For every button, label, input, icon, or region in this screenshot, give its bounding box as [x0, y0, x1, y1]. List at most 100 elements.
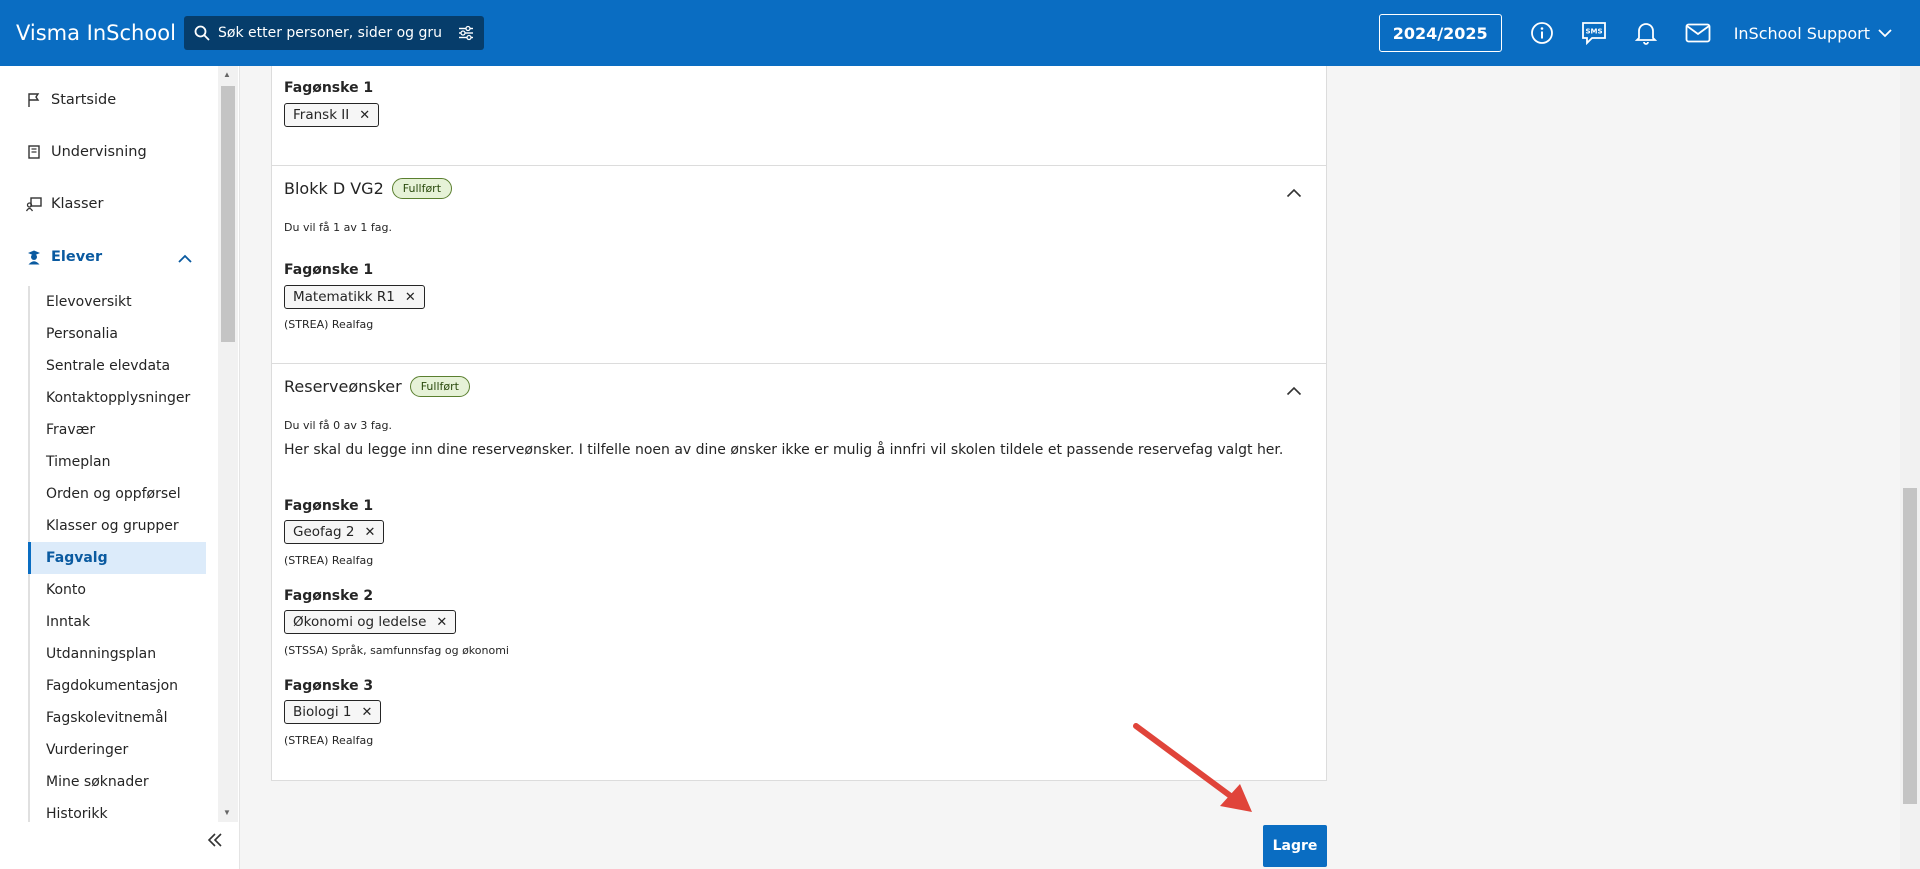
submenu-item-personalia[interactable]: Personalia	[30, 318, 206, 350]
sidebar-item-startside[interactable]: Startside	[26, 92, 116, 108]
sidebar-item-elever[interactable]: Elever	[26, 249, 102, 265]
sidebar-item-label: Startside	[51, 92, 117, 108]
chevron-up-icon[interactable]	[178, 254, 192, 264]
info-icon	[1530, 22, 1553, 44]
submenu-item-inntak[interactable]: Inntak	[30, 606, 206, 638]
sidebar-item-klasser[interactable]: Klasser	[26, 196, 103, 212]
notifications-button[interactable]	[1620, 0, 1672, 66]
subject-chip-biologi: Biologi 1 ✕	[284, 700, 382, 724]
submenu-item-elevoversikt[interactable]: Elevoversikt	[30, 286, 206, 318]
sidebar-item-label: Elever	[51, 249, 103, 265]
subject-category: (STREA) Realfag	[284, 554, 374, 567]
status-badge: Fullført	[409, 376, 470, 397]
chip-label: Matematikk R1	[293, 289, 395, 305]
annotation-arrow-icon	[1133, 723, 1252, 812]
book-icon	[28, 145, 40, 159]
submenu-item-fagskolevitnemal[interactable]: Fagskolevitnemål	[30, 702, 206, 734]
submenu-item-fagdokumentasjon[interactable]: Fagdokumentasjon	[30, 670, 206, 702]
subject-category: (STREA) Realfag	[284, 734, 374, 747]
school-year-button[interactable]: 2024/2025	[1378, 14, 1502, 52]
sidebar-scroll-thumb[interactable]	[221, 86, 235, 342]
section-info: Du vil få 0 av 3 fag.	[284, 419, 392, 432]
submenu-item-kontaktopplysninger[interactable]: Kontaktopplysninger	[30, 382, 206, 414]
subject-category: (STSSA) Språk, samfunnsfag og økonomi	[284, 644, 509, 657]
submenu-item-vurderinger[interactable]: Vurderinger	[30, 734, 206, 766]
app-logo[interactable]: Visma InSchool	[16, 21, 184, 45]
top-right-actions: 2024/2025 SMS InSchool Support	[1378, 0, 1920, 66]
top-bar: Visma InSchool 2024/2025 SMS InSchool Su…	[0, 0, 1920, 66]
chip-label: Økonomi og ledelse	[293, 614, 427, 630]
collapse-sidebar-icon[interactable]	[206, 832, 224, 848]
chip-label: Biologi 1	[293, 704, 352, 720]
submenu-item-utdanningsplan[interactable]: Utdanningsplan	[30, 638, 206, 670]
search-icon	[194, 25, 210, 41]
bell-icon	[1634, 23, 1657, 45]
user-name: InSchool Support	[1733, 23, 1870, 43]
wish-label: Fagønske 1	[284, 498, 374, 514]
submenu-item-mine-soknader[interactable]: Mine søknader	[30, 766, 206, 798]
status-badge: Fullført	[391, 178, 453, 199]
chip-label: Geofag 2	[293, 524, 355, 540]
sms-button[interactable]: SMS	[1568, 0, 1620, 66]
section-blokk-d: Blokk D VG2 Fullført Du vil få 1 av 1 fa…	[272, 165, 1326, 331]
info-button[interactable]	[1516, 0, 1568, 66]
remove-icon[interactable]: ✕	[405, 290, 416, 305]
section-info: Du vil få 1 av 1 fag.	[284, 221, 392, 234]
submenu-item-historikk[interactable]: Historikk	[30, 798, 206, 822]
submenu-item-orden-og-oppforsel[interactable]: Orden og oppførsel	[30, 478, 206, 510]
subject-chip-okonomi: Økonomi og ledelse ✕	[284, 610, 457, 634]
chevron-up-icon[interactable]	[1286, 188, 1302, 198]
mail-icon	[1685, 23, 1711, 43]
remove-icon[interactable]: ✕	[436, 615, 447, 630]
wish-label: Fagønske 1	[284, 262, 374, 278]
user-menu[interactable]: InSchool Support	[1734, 24, 1892, 43]
search-input[interactable]	[218, 25, 458, 41]
chevron-down-icon	[1878, 29, 1892, 38]
remove-icon[interactable]: ✕	[361, 705, 372, 720]
section-title: Blokk D VG2 Fullført	[284, 178, 453, 199]
submenu-item-konto[interactable]: Konto	[30, 574, 206, 606]
search-box[interactable]	[184, 16, 484, 50]
remove-icon[interactable]: ✕	[365, 525, 376, 540]
subject-chip-fransk: Fransk II ✕	[284, 103, 380, 127]
remove-icon[interactable]: ✕	[359, 108, 370, 123]
submenu-item-fagvalg[interactable]: Fagvalg	[28, 542, 206, 574]
submenu-item-klasser-og-grupper[interactable]: Klasser og grupper	[30, 510, 206, 542]
chevron-up-icon[interactable]	[1286, 386, 1302, 396]
sidebar-item-label: Klasser	[51, 196, 104, 212]
wish-label: Fagønske 2	[284, 588, 374, 604]
section-title: Reserveønsker Fullført	[284, 376, 470, 397]
student-icon	[28, 250, 40, 265]
subject-chip-matematikk: Matematikk R1 ✕	[284, 285, 425, 309]
sidebar-scrollbar[interactable]: ▲ ▼	[218, 66, 238, 822]
sms-icon: SMS	[1581, 22, 1606, 45]
subject-chip-geofag: Geofag 2 ✕	[284, 520, 385, 544]
elever-submenu: Elevoversikt Personalia Sentrale elevdat…	[28, 286, 206, 822]
section-title-text: Reserveønsker	[284, 377, 402, 396]
sidebar-nav: Startside Undervisning Klasser Elever El…	[0, 66, 218, 822]
sms-icon-label: SMS	[1585, 28, 1602, 36]
submenu-item-timeplan[interactable]: Timeplan	[30, 446, 206, 478]
sidebar-item-undervisning[interactable]: Undervisning	[26, 144, 147, 160]
main-scrollbar[interactable]	[1900, 66, 1920, 869]
wish-label: Fagønske 1	[284, 80, 374, 96]
submenu-item-fravaer[interactable]: Fravær	[30, 414, 206, 446]
chip-label: Fransk II	[293, 107, 350, 123]
sidebar: Startside Undervisning Klasser Elever El…	[0, 66, 240, 869]
save-button[interactable]: Lagre	[1263, 825, 1327, 867]
classroom-icon	[26, 197, 42, 212]
section-title-text: Blokk D VG2	[284, 179, 384, 198]
scroll-up-arrow-icon[interactable]: ▲	[223, 70, 231, 79]
sidebar-item-label: Undervisning	[51, 144, 147, 160]
scroll-down-arrow-icon[interactable]: ▼	[223, 808, 231, 817]
main-scroll-thumb[interactable]	[1903, 488, 1917, 804]
flag-icon	[28, 93, 40, 107]
subject-category: (STREA) Realfag	[284, 318, 374, 331]
section-reserveonsker: Reserveønsker Fullført Du vil få 0 av 3 …	[272, 363, 1326, 777]
filter-sliders-icon[interactable]	[458, 25, 474, 41]
messages-button[interactable]	[1672, 0, 1724, 66]
wish-label: Fagønske 3	[284, 678, 374, 694]
fagvalg-card: Fagønske 1 Fransk II ✕ Blokk D VG2 Fullf…	[271, 66, 1327, 781]
section-description: Her skal du legge inn dine reserveønsker…	[284, 442, 1284, 458]
submenu-item-sentrale-elevdata[interactable]: Sentrale elevdata	[30, 350, 206, 382]
